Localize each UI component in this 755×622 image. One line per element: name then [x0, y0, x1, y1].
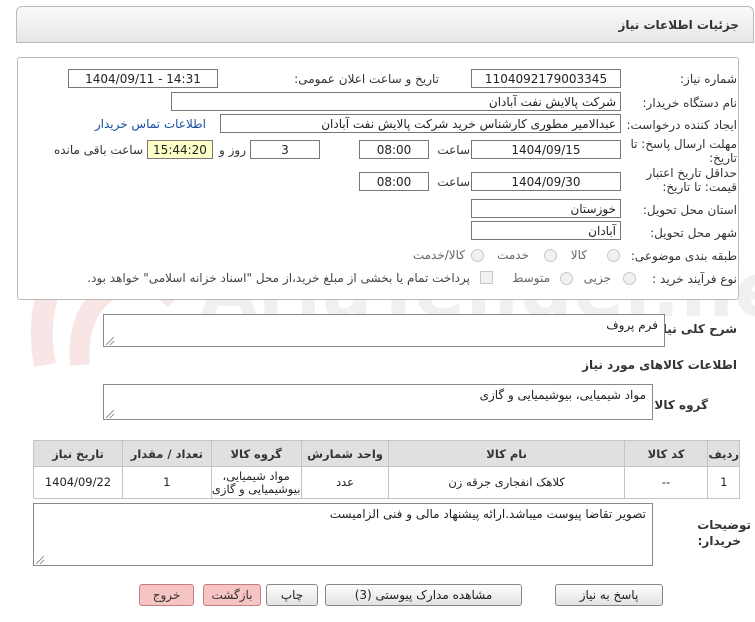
- attachments-button[interactable]: مشاهده مدارک پیوستی (3): [325, 584, 522, 606]
- deadline-label-2: تاریخ:: [709, 151, 737, 165]
- goods-group-text: مواد شیمیایی، بیوشیمیایی و گازی: [479, 388, 646, 402]
- col-header-unit: واحد شمارش: [300, 440, 390, 467]
- page-title: جزئیات اطلاعات نیاز: [618, 18, 739, 32]
- col-header-group: گروه کالا: [210, 440, 302, 467]
- cell-row-no: 1: [707, 466, 740, 499]
- treasury-bonds-checkbox[interactable]: [480, 271, 493, 284]
- announce-date-field[interactable]: 1404/09/11 - 14:31: [68, 69, 218, 88]
- resize-handle-icon[interactable]: [106, 337, 114, 345]
- cell-quantity: 1: [121, 466, 212, 499]
- validity-time-field[interactable]: 08:00: [359, 172, 429, 191]
- header-panel: جزئیات اطلاعات نیاز: [16, 6, 754, 43]
- validity-label-2: قیمت: تا تاریخ:: [662, 180, 737, 194]
- category-option-goods: کالا: [570, 248, 587, 262]
- resize-handle-icon[interactable]: [36, 556, 44, 564]
- buyer-org-field[interactable]: شرکت پالایش نفت آبادان: [171, 92, 621, 111]
- col-header-quantity: تعداد / مقدار: [121, 440, 212, 467]
- remaining-time-label: ساعت باقی مانده: [53, 143, 143, 157]
- announce-date-label: تاریخ و ساعت اعلان عمومی:: [294, 72, 439, 86]
- cell-unit: عدد: [300, 466, 390, 499]
- validity-time-label: ساعت: [437, 175, 470, 189]
- cell-code: --: [623, 466, 709, 499]
- print-button[interactable]: چاپ: [266, 584, 318, 606]
- creator-field[interactable]: عبدالامیر مطوری کارشناس خرید شرکت پالایش…: [220, 114, 621, 133]
- resize-handle-icon[interactable]: [106, 410, 114, 418]
- buyer-notes-textarea[interactable]: تصویر تقاضا پیوست میباشد.ارائه پیشنهاد م…: [33, 503, 653, 566]
- category-label: طبقه بندی موضوعی:: [630, 249, 737, 263]
- goods-group-textarea[interactable]: مواد شیمیایی، بیوشیمیایی و گازی: [103, 384, 653, 420]
- validity-label: حداقل تاریخ اعتبار: [646, 166, 737, 180]
- city-field[interactable]: آبادان: [471, 221, 621, 240]
- back-button[interactable]: بازگشت: [203, 584, 261, 606]
- goods-table: ردیف کد کالا نام کالا واحد شمارش گروه کا…: [33, 440, 740, 499]
- remaining-days-field[interactable]: 3: [250, 140, 320, 159]
- buyer-notes-label: توضیحات: [697, 518, 751, 532]
- table-row[interactable]: 1 -- کلاهک انفجاری جرقه زن عدد مواد شیمی…: [33, 466, 740, 499]
- col-header-name: نام کالا: [388, 440, 625, 467]
- purchase-radio-minor[interactable]: [623, 272, 636, 285]
- description-text: فرم پروف: [606, 318, 658, 332]
- purchase-radio-medium[interactable]: [560, 272, 573, 285]
- buyer-org-label: نام دستگاه خریدار:: [642, 96, 738, 110]
- need-number-field[interactable]: 1104092179003345: [471, 69, 621, 88]
- col-header-row-no: ردیف: [707, 440, 740, 467]
- reply-button[interactable]: پاسخ به نیاز: [555, 584, 663, 606]
- creator-label: ایجاد کننده درخواست:: [626, 118, 737, 132]
- province-field[interactable]: خوزستان: [471, 199, 621, 218]
- cell-date: 1404/09/22: [33, 466, 123, 499]
- category-radio-service[interactable]: [544, 249, 557, 262]
- need-number-label: شماره نیاز:: [680, 72, 737, 86]
- cell-name: کلاهک انفجاری جرقه زن: [388, 466, 625, 499]
- table-header-row: ردیف کد کالا نام کالا واحد شمارش گروه کا…: [33, 440, 740, 467]
- province-label: استان محل تحویل:: [642, 203, 737, 217]
- deadline-date-field[interactable]: 1404/09/15: [471, 140, 621, 159]
- deadline-time-field[interactable]: 08:00: [359, 140, 429, 159]
- cell-group: مواد شیمیایی، بیوشیمیایی و گازی: [210, 466, 302, 499]
- buyer-notes-text: تصویر تقاضا پیوست میباشد.ارائه پیشنهاد م…: [329, 507, 646, 521]
- category-option-goods-service: کالا/خدمت: [412, 248, 465, 262]
- deadline-label: مهلت ارسال پاسخ: تا: [630, 137, 737, 151]
- purchase-type-label: نوع فرآیند خرید :: [652, 272, 737, 286]
- remaining-time-field[interactable]: 15:44:20: [147, 140, 213, 159]
- description-textarea[interactable]: فرم پروف: [103, 314, 665, 347]
- buyer-notes-label-2: خریدار:: [697, 534, 741, 548]
- exit-button[interactable]: خروج: [139, 584, 194, 606]
- category-radio-goods-service[interactable]: [471, 249, 484, 262]
- treasury-bonds-note: پرداخت تمام یا بخشی از مبلغ خرید،از محل …: [87, 271, 470, 285]
- purchase-option-medium: متوسط: [512, 271, 550, 285]
- goods-group-label: گروه کالا:: [649, 398, 708, 412]
- purchase-option-minor: جزیی: [583, 271, 611, 285]
- buyer-contact-link[interactable]: اطلاعات تماس خریدار: [95, 117, 206, 131]
- category-radio-goods[interactable]: [607, 249, 620, 262]
- col-header-code: کد کالا: [623, 440, 709, 467]
- validity-date-field[interactable]: 1404/09/30: [471, 172, 621, 191]
- goods-info-title: اطلاعات کالاهای مورد نیاز: [582, 358, 737, 372]
- deadline-time-label: ساعت: [437, 143, 470, 157]
- category-option-service: خدمت: [497, 248, 529, 262]
- city-label: شهر محل تحویل:: [650, 226, 737, 240]
- days-label: روز و: [219, 143, 246, 157]
- col-header-date: تاریخ نیاز: [33, 440, 123, 467]
